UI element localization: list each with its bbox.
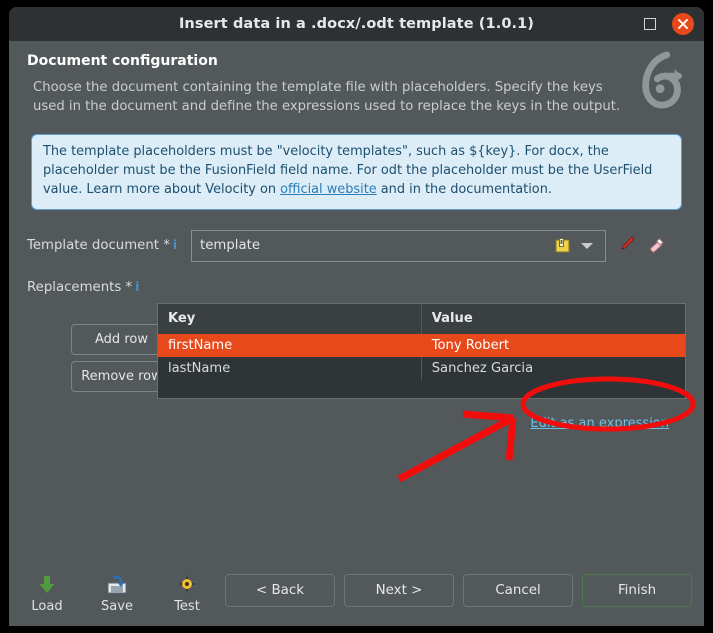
info-banner: The template placeholders must be "veloc…: [31, 134, 682, 210]
replacements-section: Add row Remove row Key Value firstName To…: [27, 302, 686, 399]
pen-icon-glyph: [621, 235, 635, 250]
close-icon: [678, 19, 688, 29]
info-banner-text-after: and in the documentation.: [376, 181, 552, 197]
page-title: Document configuration: [27, 53, 218, 69]
back-button[interactable]: < Back: [225, 574, 335, 607]
close-button[interactable]: [672, 13, 694, 35]
edit-expression-container: Edit as an expression: [27, 412, 686, 431]
official-website-link[interactable]: official website: [280, 182, 377, 197]
save-button[interactable]: Save: [93, 572, 141, 614]
test-label: Test: [174, 599, 200, 614]
cancel-button[interactable]: Cancel: [463, 574, 573, 607]
template-document-label-text: Template document *: [27, 238, 170, 254]
footer-section: Load Save Test < Back Next > Cancel Fini…: [9, 544, 704, 626]
test-button[interactable]: Test: [163, 572, 211, 614]
next-button[interactable]: Next >: [344, 574, 454, 607]
table-header-row: Key Value: [158, 303, 685, 334]
template-document-row: Template document * i: [27, 229, 686, 262]
template-document-field[interactable]: [191, 229, 606, 262]
header-section: Document configuration Choose the docume…: [9, 41, 704, 126]
table-body: firstName Tony Robert lastName Sanchez Garc…: [158, 333, 685, 380]
cell-value[interactable]: Tony Robert: [421, 333, 685, 357]
cell-key[interactable]: firstName: [158, 333, 422, 357]
page-description: Choose the document containing the templ…: [33, 80, 621, 114]
chevron-down-icon[interactable]: [581, 242, 593, 249]
column-header-value[interactable]: Value: [421, 303, 685, 334]
cell-value[interactable]: Sanchez Garcia: [421, 357, 684, 380]
column-header-key[interactable]: Key: [158, 303, 422, 334]
test-compass-glyph: [178, 575, 196, 593]
footer-tools-group: Load Save Test: [23, 572, 211, 614]
save-label: Save: [101, 599, 133, 614]
info-marker-icon-replacements[interactable]: i: [135, 280, 139, 294]
window-title: Insert data in a .docx/.odt template (1.…: [178, 16, 535, 32]
row-buttons-group: Add row Remove row: [27, 303, 172, 399]
finish-button[interactable]: Finish: [582, 574, 692, 607]
replacements-table: Key Value firstName Tony Robert lastName Sa…: [158, 303, 685, 380]
eraser-icon[interactable]: [648, 235, 666, 257]
template-document-label: Template document * i: [27, 238, 191, 253]
download-arrow-icon: [23, 572, 71, 596]
cell-key[interactable]: lastName: [158, 356, 422, 380]
table-row[interactable]: firstName Tony Robert: [158, 333, 685, 357]
brand-logo-icon: [642, 51, 683, 109]
info-marker-icon[interactable]: i: [173, 238, 177, 252]
note-icon[interactable]: [554, 237, 571, 254]
load-button[interactable]: Load: [23, 572, 71, 614]
template-document-input[interactable]: [192, 230, 554, 261]
download-arrow-glyph: [39, 575, 55, 593]
edit-as-expression-link[interactable]: Edit as an expression: [530, 416, 669, 431]
save-disk-glyph: [107, 575, 127, 593]
maximize-button[interactable]: [644, 18, 656, 30]
footer-buttons-group: < Back Next > Cancel Finish: [225, 574, 692, 607]
replacements-label: Replacements * i: [27, 280, 686, 295]
eraser-icon-glyph: [650, 237, 664, 253]
replacements-table-container[interactable]: Key Value firstName Tony Robert lastName Sa…: [157, 302, 686, 399]
pen-icon[interactable]: [618, 235, 636, 257]
dialog-window: Insert data in a .docx/.odt template (1.…: [9, 7, 704, 626]
title-bar: Insert data in a .docx/.odt template (1.…: [9, 7, 704, 41]
table-row[interactable]: lastName Sanchez Garcia: [158, 356, 685, 380]
note-icon-glyph: [555, 238, 570, 253]
form-body: Template document * i template Replaceme…: [9, 210, 704, 544]
test-compass-icon: [163, 572, 211, 596]
save-disk-icon: [93, 572, 141, 596]
load-label: Load: [31, 599, 63, 614]
replacements-label-text: Replacements *: [27, 279, 133, 295]
